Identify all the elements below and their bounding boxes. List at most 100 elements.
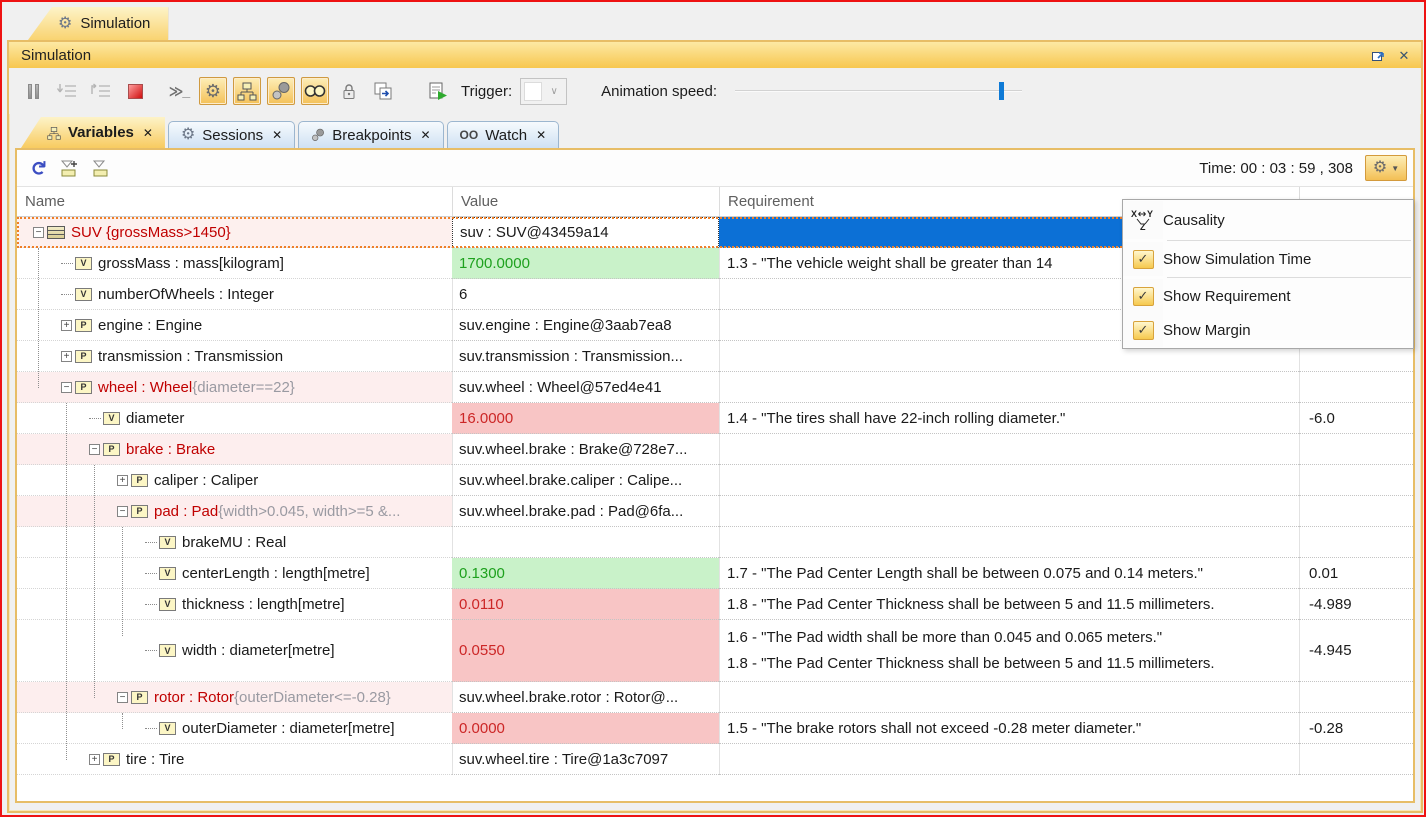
variable-row[interactable]: −Pbrake : Brake suv.wheel.brake : Brake@7…: [17, 434, 1413, 465]
structure-icon: [47, 126, 61, 140]
value-cell[interactable]: suv.engine : Engine@3aab7ea8: [452, 310, 719, 341]
close-icon[interactable]: ✕: [420, 128, 430, 142]
console-icon: ≫_: [169, 83, 189, 100]
margin-cell: 0.01: [1299, 558, 1413, 589]
tab-label: Variables: [68, 124, 134, 141]
variable-name: brake : Brake: [126, 441, 215, 458]
slider-handle[interactable]: [999, 82, 1004, 100]
collapse-icon[interactable]: −: [117, 692, 128, 703]
value-cell[interactable]: suv.wheel.brake.pad : Pad@6fa...: [452, 496, 719, 527]
collapse-icon[interactable]: −: [33, 227, 44, 238]
remove-from-watch-button[interactable]: [89, 156, 113, 180]
checkbox-checked-icon: ✓: [1133, 321, 1154, 340]
requirement-cell: [719, 434, 1299, 465]
breakpoints-toggle-button[interactable]: [267, 77, 295, 105]
expand-icon[interactable]: +: [61, 320, 72, 331]
menu-item-show-margin[interactable]: ✓ Show Margin: [1123, 313, 1413, 347]
variables-toggle-button[interactable]: [233, 77, 261, 105]
value-cell[interactable]: 0.1300: [452, 558, 719, 589]
value-cell[interactable]: 0.0000: [452, 713, 719, 744]
trigger-button[interactable]: [423, 77, 451, 105]
variable-row[interactable]: VcenterLength : length[metre]0.13001.7 -…: [17, 558, 1413, 589]
value-cell[interactable]: 1700.0000: [452, 248, 719, 279]
step-over-button[interactable]: [87, 77, 115, 105]
value-cell[interactable]: suv.transmission : Transmission...: [452, 341, 719, 372]
collapse-icon[interactable]: −: [61, 382, 72, 393]
variable-row[interactable]: −Protor : Rotor{outerDiameter<=-0.28}suv…: [17, 682, 1413, 713]
trigger-combobox[interactable]: ∨: [520, 78, 567, 105]
collapse-icon[interactable]: −: [117, 506, 128, 517]
value-cell[interactable]: suv : SUV@43459a14: [452, 217, 719, 248]
tree-connector: [89, 418, 101, 419]
variable-row[interactable]: +Pcaliper : Calipersuv.wheel.brake.calip…: [17, 465, 1413, 496]
options-dropdown-button[interactable]: ⚙ ▼: [1365, 155, 1407, 181]
gear-icon: ⚙: [58, 16, 72, 32]
margin-cell: [1299, 527, 1413, 558]
value-cell[interactable]: suv.wheel.tire : Tire@1a3c7097: [452, 744, 719, 775]
add-to-watch-button[interactable]: [57, 156, 81, 180]
tab-variables[interactable]: Variables ✕: [21, 117, 165, 148]
value-cell[interactable]: suv.wheel.brake : Brake@728e7...: [452, 434, 719, 465]
tree-guide-line: [122, 527, 123, 636]
name-cell: Vthickness : length[metre]: [17, 589, 452, 620]
block-icon: [47, 226, 65, 239]
dock-titlebar[interactable]: Simulation ✕: [9, 42, 1421, 68]
value-cell[interactable]: suv.wheel.brake.rotor : Rotor@...: [452, 682, 719, 713]
step-into-icon: [56, 82, 78, 100]
terminate-button[interactable]: [121, 77, 149, 105]
menu-item-label: Show Requirement: [1163, 288, 1291, 305]
watch-toggle-button[interactable]: [301, 77, 329, 105]
console-button[interactable]: ≫_: [165, 77, 193, 105]
close-icon[interactable]: ✕: [272, 128, 282, 142]
tab-sessions[interactable]: ⚙ Sessions ✕: [168, 121, 295, 148]
value-property-icon: V: [159, 567, 176, 580]
value-property-icon: V: [159, 644, 176, 657]
requirement-cell: 1.6 - "The Pad width shall be more than …: [719, 620, 1299, 682]
value-cell[interactable]: suv.wheel : Wheel@57ed4e41: [452, 372, 719, 403]
structure-icon: [237, 81, 257, 101]
variable-row[interactable]: Vwidth : diameter[metre]0.05501.6 - "The…: [17, 620, 1413, 682]
value-cell[interactable]: 0.0550: [452, 620, 719, 682]
menu-item-show-simulation-time[interactable]: ✓ Show Simulation Time: [1123, 242, 1413, 276]
export-button[interactable]: [369, 77, 397, 105]
animation-toggle-button[interactable]: ⚙: [199, 77, 227, 105]
value-cell[interactable]: suv.wheel.brake.caliper : Calipe...: [452, 465, 719, 496]
tab-watch[interactable]: OO Watch ✕: [447, 121, 560, 148]
variable-row[interactable]: −Pwheel : Wheel {diameter==22}suv.wheel …: [17, 372, 1413, 403]
column-header-value[interactable]: Value: [452, 187, 719, 216]
refresh-button[interactable]: ↻: [25, 156, 49, 180]
menu-item-causality[interactable]: XYZ Causality: [1123, 201, 1413, 239]
value-cell[interactable]: 6: [452, 279, 719, 310]
menu-item-show-requirement[interactable]: ✓ Show Requirement: [1123, 279, 1413, 313]
variable-name: brakeMU : Real: [182, 534, 286, 551]
variable-row[interactable]: Vdiameter16.00001.4 - "The tires shall h…: [17, 403, 1413, 434]
workspace-tab-simulation[interactable]: ⚙ Simulation: [28, 7, 168, 40]
value-cell[interactable]: 16.0000: [452, 403, 719, 434]
expand-icon[interactable]: +: [89, 754, 100, 765]
variable-row[interactable]: −Ppad : Pad {width>0.045, width>=5 &...s…: [17, 496, 1413, 527]
close-icon[interactable]: ✕: [143, 126, 153, 140]
variable-row[interactable]: VouterDiameter : diameter[metre]0.00001.…: [17, 713, 1413, 744]
tab-breakpoints[interactable]: Breakpoints ✕: [298, 121, 443, 148]
tree-guide-line: [38, 248, 39, 388]
close-icon[interactable]: ✕: [1395, 47, 1413, 63]
animation-speed-label: Animation speed:: [601, 83, 717, 100]
value-cell[interactable]: [452, 527, 719, 558]
float-window-icon[interactable]: [1369, 47, 1387, 63]
lock-button[interactable]: [335, 77, 363, 105]
variable-row[interactable]: VbrakeMU : Real: [17, 527, 1413, 558]
column-header-name[interactable]: Name: [17, 187, 452, 216]
pause-button[interactable]: [19, 77, 47, 105]
part-property-icon: P: [103, 443, 120, 456]
variable-row[interactable]: +Ptire : Tiresuv.wheel.tire : Tire@1a3c7…: [17, 744, 1413, 775]
collapse-icon[interactable]: −: [89, 444, 100, 455]
menu-separator: [1167, 277, 1411, 278]
expand-icon[interactable]: +: [61, 351, 72, 362]
close-icon[interactable]: ✕: [536, 128, 546, 142]
animation-speed-slider[interactable]: [735, 81, 1022, 101]
options-menu: XYZ Causality ✓ Show Simulation Time ✓ S…: [1122, 199, 1414, 349]
step-into-button[interactable]: [53, 77, 81, 105]
variable-row[interactable]: Vthickness : length[metre]0.01101.8 - "T…: [17, 589, 1413, 620]
expand-icon[interactable]: +: [117, 475, 128, 486]
value-cell[interactable]: 0.0110: [452, 589, 719, 620]
